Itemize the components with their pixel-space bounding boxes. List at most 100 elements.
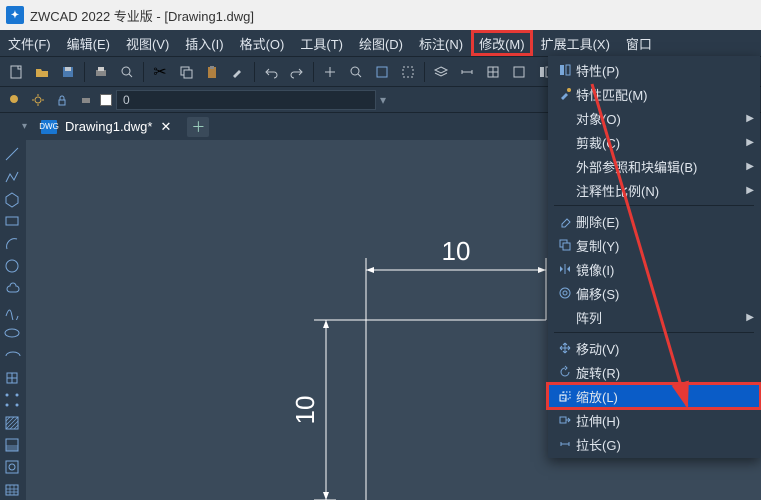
tb-open-icon[interactable]	[30, 60, 54, 84]
menu-item-match[interactable]: 特性匹配(M)	[548, 82, 760, 106]
layer-color-swatch[interactable]	[100, 94, 112, 106]
menu-item[interactable]: 工具(T)	[292, 30, 351, 56]
tab-prev-icon[interactable]: ▾	[18, 121, 31, 132]
separator	[254, 62, 255, 82]
tb-pan-icon[interactable]	[318, 60, 342, 84]
menu-item-erase[interactable]: 删除(E)	[548, 209, 760, 233]
separator	[143, 62, 144, 82]
menu-item-scale[interactable]: 缩放(L)	[548, 384, 760, 408]
tb-zoomwin-icon[interactable]	[396, 60, 420, 84]
menu-item-label: 外部参照和块编辑(B)	[576, 157, 746, 176]
tb-zoomall-icon[interactable]	[370, 60, 394, 84]
layer-sun-icon[interactable]	[28, 90, 48, 110]
gradient-tool-icon[interactable]	[0, 435, 24, 455]
layer-name-input[interactable]	[116, 90, 376, 110]
menu-item-label: 特性(P)	[576, 61, 754, 80]
circle-tool-icon[interactable]	[0, 256, 24, 276]
tb-print-icon[interactable]	[89, 60, 113, 84]
tb-new-icon[interactable]	[4, 60, 28, 84]
menu-item-offset[interactable]: 偏移(S)	[548, 281, 760, 305]
menu-item-move[interactable]: 移动(V)	[548, 336, 760, 360]
menu-item[interactable]: 标注(N)	[411, 30, 471, 56]
menu-item[interactable]: 绘图(D)	[351, 30, 411, 56]
menu-item-label: 移动(V)	[576, 339, 754, 358]
move-icon	[554, 341, 576, 355]
file-tab[interactable]: DWG Drawing1.dwg* ✕	[31, 115, 181, 139]
tb-table-icon[interactable]	[481, 60, 505, 84]
menubar: 文件(F)编辑(E)视图(V)插入(I)格式(O)工具(T)绘图(D)标注(N)…	[0, 30, 761, 56]
tb-zoom-icon[interactable]	[344, 60, 368, 84]
spline-tool-icon[interactable]	[0, 301, 24, 321]
tb-preview-icon[interactable]	[115, 60, 139, 84]
menu-item-label: 对象(O)	[576, 109, 746, 128]
menu-item-label: 复制(Y)	[576, 236, 754, 255]
menu-item-label: 特性匹配(M)	[576, 85, 754, 104]
menu-item[interactable]: 格式(O)	[232, 30, 293, 56]
dim-v-text: 10	[290, 396, 320, 425]
tb-redo-icon[interactable]	[285, 60, 309, 84]
line-tool-icon[interactable]	[0, 144, 24, 164]
copy-icon	[554, 238, 576, 252]
dim-h-text: 10	[442, 236, 471, 266]
menu-item-sub[interactable]: 阵列▶	[548, 305, 760, 329]
layer-lock-icon[interactable]	[52, 90, 72, 110]
menu-item[interactable]: 视图(V)	[118, 30, 177, 56]
menu-item-label: 拉伸(H)	[576, 411, 754, 430]
tb-undo-icon[interactable]	[259, 60, 283, 84]
layer-print-icon[interactable]	[76, 90, 96, 110]
close-tab-icon[interactable]: ✕	[160, 119, 171, 135]
app-title: ZWCAD 2022 专业版 - [Drawing1.dwg]	[30, 6, 254, 25]
menu-separator	[554, 332, 754, 333]
point-tool-icon[interactable]	[0, 390, 24, 410]
menu-item-sub[interactable]: 注释性比例(N)▶	[548, 178, 760, 202]
menu-item-sub[interactable]: 对象(O)▶	[548, 106, 760, 130]
menu-item-label: 注释性比例(N)	[576, 181, 746, 200]
menu-item-mirror[interactable]: 镜像(I)	[548, 257, 760, 281]
add-tab-button[interactable]: ＋	[187, 117, 209, 137]
menu-separator	[554, 205, 754, 206]
menu-item-lengthen[interactable]: 拉长(G)	[548, 432, 760, 456]
modify-menu-dropdown: 特性(P)特性匹配(M)对象(O)▶剪裁(C)▶外部参照和块编辑(B)▶注释性比…	[548, 56, 760, 458]
tb-paste-icon[interactable]	[200, 60, 224, 84]
revcloud-tool-icon[interactable]	[0, 278, 24, 298]
block-tool-icon[interactable]	[0, 368, 24, 388]
polygon-tool-icon[interactable]	[0, 189, 24, 209]
tb-matchprop-icon[interactable]	[226, 60, 250, 84]
menu-item[interactable]: 修改(M)	[471, 30, 533, 56]
tb-save-icon[interactable]	[56, 60, 80, 84]
tb-cut-icon[interactable]: ✂	[148, 60, 172, 84]
menu-item[interactable]: 插入(I)	[177, 30, 231, 56]
hatch-tool-icon[interactable]	[0, 413, 24, 433]
arc-tool-icon[interactable]	[0, 234, 24, 254]
menu-item-sub[interactable]: 外部参照和块编辑(B)▶	[548, 154, 760, 178]
submenu-arrow-icon: ▶	[746, 312, 754, 323]
ellipse-tool-icon[interactable]	[0, 323, 24, 343]
pline-tool-icon[interactable]	[0, 166, 24, 186]
menu-item-stretch[interactable]: 拉伸(H)	[548, 408, 760, 432]
tb-dim-icon[interactable]	[455, 60, 479, 84]
lengthen-icon	[554, 437, 576, 451]
mirror-icon	[554, 262, 576, 276]
region-tool-icon[interactable]	[0, 457, 24, 477]
submenu-arrow-icon: ▶	[746, 161, 754, 172]
menu-item-label: 剪裁(C)	[576, 133, 746, 152]
tb-layer-icon[interactable]	[429, 60, 453, 84]
menu-item-label: 镜像(I)	[576, 260, 754, 279]
table-tool-icon[interactable]	[0, 480, 24, 500]
menu-item[interactable]: 扩展工具(X)	[533, 30, 618, 56]
menu-item-props[interactable]: 特性(P)	[548, 58, 760, 82]
draw-toolbar	[0, 140, 26, 500]
menu-item-rotate[interactable]: 旋转(R)	[548, 360, 760, 384]
menu-item-sub[interactable]: 剪裁(C)▶	[548, 130, 760, 154]
menu-item[interactable]: 文件(F)	[0, 30, 59, 56]
ellipsearc-tool-icon[interactable]	[0, 345, 24, 365]
tb-copy-icon[interactable]	[174, 60, 198, 84]
rect-tool-icon[interactable]	[0, 211, 24, 231]
tb-block-icon[interactable]	[507, 60, 531, 84]
menu-item-copy[interactable]: 复制(Y)	[548, 233, 760, 257]
menu-item[interactable]: 窗口	[618, 30, 660, 56]
erase-icon	[554, 214, 576, 228]
menu-item[interactable]: 编辑(E)	[59, 30, 118, 56]
layer-bulb-icon[interactable]	[4, 90, 24, 110]
offset-icon	[554, 286, 576, 300]
